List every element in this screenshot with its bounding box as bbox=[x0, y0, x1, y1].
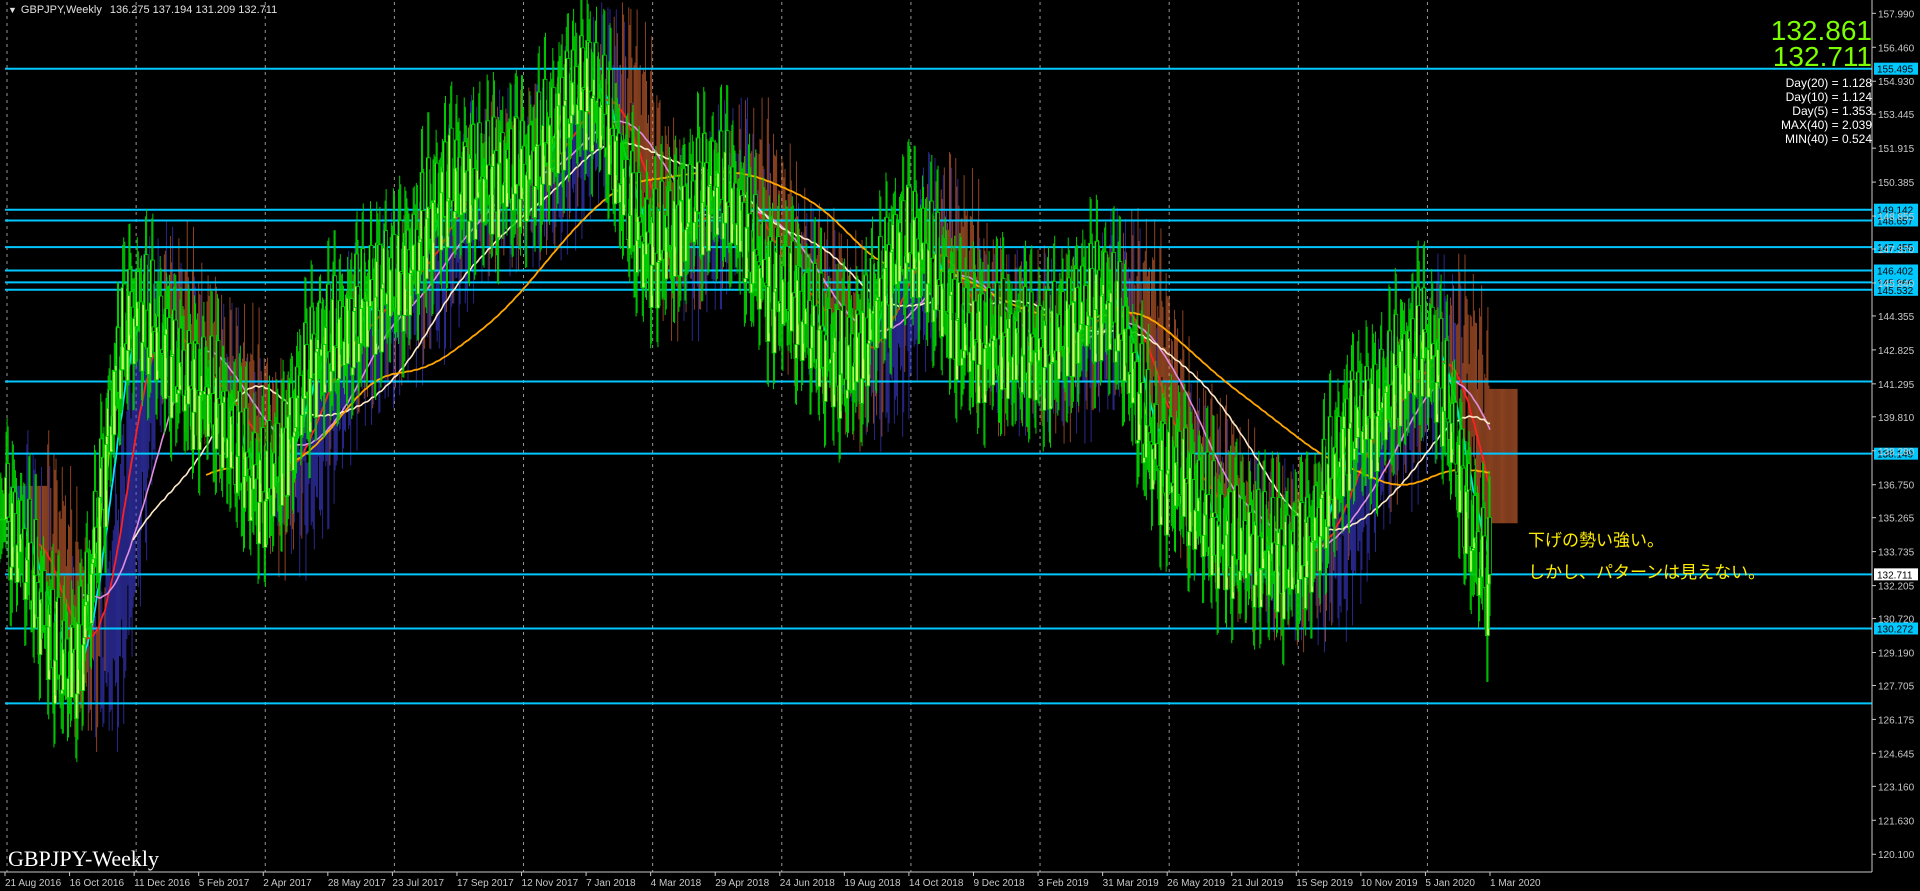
annotation-line-1: 下げの勢い強い。 bbox=[1528, 531, 1664, 550]
price-tick-label: 130.720 bbox=[1878, 615, 1915, 626]
time-tick-label: 3 Feb 2019 bbox=[1038, 878, 1089, 889]
time-tick-label: 4 Mar 2018 bbox=[651, 878, 702, 889]
symbol-title: GBPJPY,Weekly bbox=[20, 4, 102, 16]
price-tick-label: 144.355 bbox=[1878, 312, 1915, 323]
ohlc-values: 136.275 137.194 131.209 132.711 bbox=[109, 4, 278, 16]
price-label: 155.495 bbox=[1877, 65, 1914, 76]
time-tick-label: 5 Jan 2020 bbox=[1425, 878, 1475, 889]
price-tick-label: 123.160 bbox=[1878, 782, 1915, 793]
price-tick-label: 151.915 bbox=[1878, 144, 1915, 155]
chart-watermark: GBPJPY-Weekly bbox=[8, 846, 160, 871]
price-chart[interactable]: 155.495149.142148.657147.455146.402145.8… bbox=[0, 0, 1920, 891]
price-tick-label: 124.645 bbox=[1878, 749, 1915, 760]
candle-body bbox=[1488, 516, 1492, 575]
time-tick-label: 10 Nov 2019 bbox=[1361, 878, 1418, 889]
range-stats: Day(20) = 1.128 Day(10) = 1.124 Day(5) =… bbox=[1781, 76, 1872, 146]
price-tick-label: 139.810 bbox=[1878, 413, 1915, 424]
annotation-line-2: しかし、パターンは見えない。 bbox=[1528, 563, 1766, 582]
price-tick-label: 120.100 bbox=[1878, 850, 1915, 861]
time-tick-label: 17 Sep 2017 bbox=[457, 878, 514, 889]
price-label: 130.272 bbox=[1877, 624, 1914, 635]
time-tick-label: 24 Jun 2018 bbox=[780, 878, 835, 889]
time-tick-label: 14 Oct 2018 bbox=[909, 878, 964, 889]
time-tick-label: 16 Oct 2016 bbox=[70, 878, 125, 889]
price-tick-label: 157.990 bbox=[1878, 9, 1915, 20]
time-tick-label: 29 Apr 2018 bbox=[715, 878, 769, 889]
time-axis[interactable]: 21 Aug 2016 16 Oct 2016 11 Dec 2016 5 Feb 2… bbox=[0, 871, 1872, 889]
price-tick-label: 141.295 bbox=[1878, 380, 1915, 391]
time-tick-label: 1 Mar 2020 bbox=[1490, 878, 1541, 889]
price-tick-label: 148.855 bbox=[1878, 212, 1915, 223]
time-tick-label: 23 Jul 2017 bbox=[392, 878, 444, 889]
stat-max40: MAX(40) = 2.039 bbox=[1780, 118, 1872, 132]
price-tick-label: 138.280 bbox=[1878, 447, 1915, 458]
dropdown-triangle-icon[interactable]: ▼ bbox=[8, 5, 17, 15]
time-tick-label: 21 Aug 2016 bbox=[5, 878, 62, 889]
time-tick-label: 19 Aug 2018 bbox=[844, 878, 901, 889]
price-label: 132.711 bbox=[1877, 570, 1913, 581]
price-tick-label: 126.175 bbox=[1878, 715, 1915, 726]
price-tick-label: 153.445 bbox=[1878, 110, 1915, 121]
time-tick-label: 15 Sep 2019 bbox=[1296, 878, 1353, 889]
time-tick-label: 7 Jan 2018 bbox=[586, 878, 636, 889]
stat-min40: MIN(40) = 0.524 bbox=[1784, 132, 1872, 146]
price-tick-label: 133.735 bbox=[1878, 548, 1915, 559]
price-tick-label: 145.840 bbox=[1878, 279, 1915, 290]
price-tick-label: 150.385 bbox=[1878, 178, 1915, 189]
price-tick-label: 136.750 bbox=[1878, 481, 1915, 492]
time-tick-label: 11 Dec 2016 bbox=[134, 878, 190, 889]
stat-day10: Day(10) = 1.124 bbox=[1785, 90, 1872, 104]
price-tick-label: 154.930 bbox=[1878, 77, 1915, 88]
price-axis[interactable]: 155.495149.142148.657147.455146.402145.8… bbox=[1871, 0, 1918, 872]
horizontal-levels[interactable] bbox=[5, 67, 1872, 705]
price-tick-label: 142.825 bbox=[1878, 346, 1915, 357]
time-tick-label: 26 May 2019 bbox=[1167, 878, 1225, 889]
time-tick-label: 21 Jul 2019 bbox=[1232, 878, 1284, 889]
stat-day20: Day(20) = 1.128 bbox=[1785, 76, 1872, 90]
price-tick-label: 129.190 bbox=[1878, 649, 1915, 660]
time-tick-label: 31 Mar 2019 bbox=[1103, 878, 1160, 889]
price-tick-label: 135.265 bbox=[1878, 514, 1915, 525]
time-tick-label: 12 Nov 2017 bbox=[522, 878, 579, 889]
price-tick-label: 127.705 bbox=[1878, 681, 1915, 692]
price-tick-label: 156.460 bbox=[1878, 43, 1915, 54]
time-tick-label: 5 Feb 2017 bbox=[199, 878, 250, 889]
stat-day5: Day(5) = 1.353 bbox=[1792, 104, 1872, 118]
price-tick-label: 121.630 bbox=[1878, 816, 1915, 827]
ask-price: 132.711 bbox=[1772, 41, 1872, 72]
time-tick-label: 2 Apr 2017 bbox=[263, 878, 312, 889]
price-tick-label: 147.370 bbox=[1878, 245, 1915, 256]
price-tick-label: 132.205 bbox=[1878, 582, 1915, 593]
time-tick-label: 28 May 2017 bbox=[328, 878, 386, 889]
time-tick-label: 9 Dec 2018 bbox=[973, 878, 1025, 889]
price-label: 146.402 bbox=[1877, 267, 1914, 278]
chart-header: ▼ GBPJPY,Weekly 136.275 137.194 131.209 13… bbox=[8, 4, 277, 16]
